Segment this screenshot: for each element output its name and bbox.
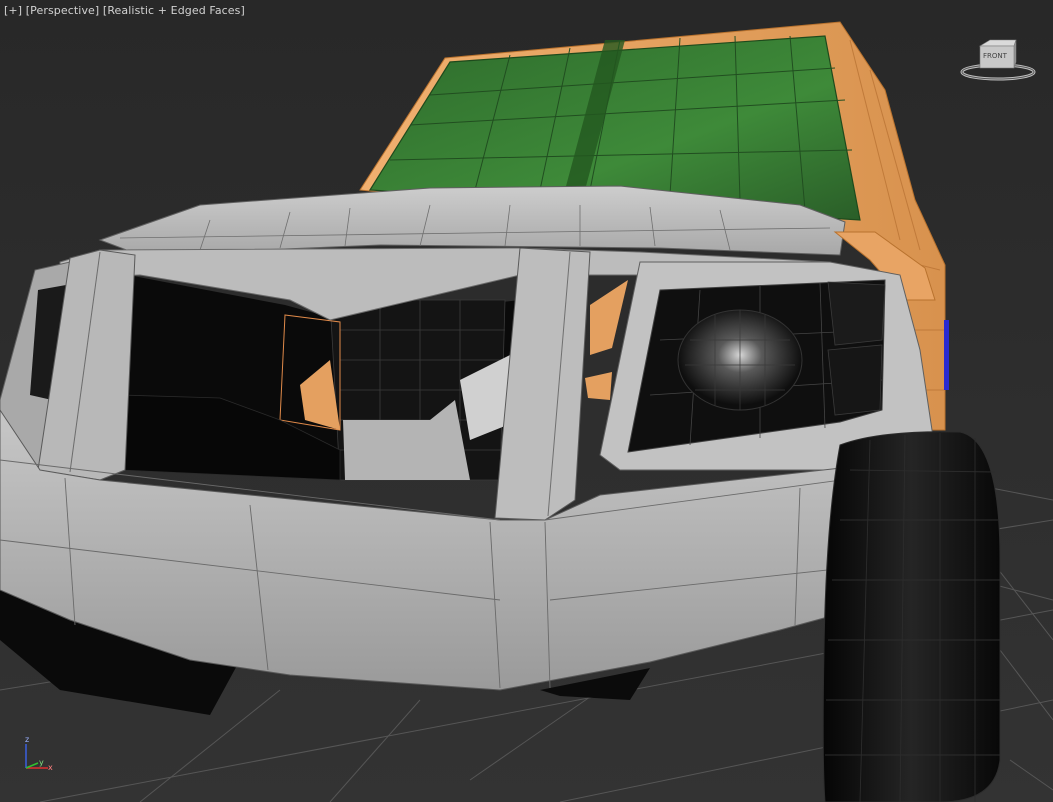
viewcube-front-label[interactable]: FRONT bbox=[983, 52, 1007, 60]
perspective-viewport[interactable]: [+] [Perspective] [Realistic + Edged Fac… bbox=[0, 0, 1053, 802]
viewport-scene[interactable] bbox=[0, 0, 1053, 802]
viewport-menu-plus[interactable]: [+] bbox=[4, 4, 22, 17]
viewport-shading-menu[interactable]: [Realistic + Edged Faces] bbox=[103, 4, 245, 17]
axis-y-label: y bbox=[39, 758, 44, 767]
axis-tripod: z x y bbox=[18, 735, 58, 776]
front-right-tire[interactable] bbox=[822, 431, 1001, 802]
axis-x-label: x bbox=[48, 763, 53, 772]
viewport-label: [+] [Perspective] [Realistic + Edged Fac… bbox=[4, 4, 245, 17]
viewcube-icon bbox=[960, 39, 1036, 81]
side-marker bbox=[944, 320, 949, 390]
viewport-view-menu[interactable]: [Perspective] bbox=[26, 4, 100, 17]
axis-z-label: z bbox=[25, 735, 30, 744]
viewcube[interactable]: FRONT bbox=[958, 36, 1038, 86]
